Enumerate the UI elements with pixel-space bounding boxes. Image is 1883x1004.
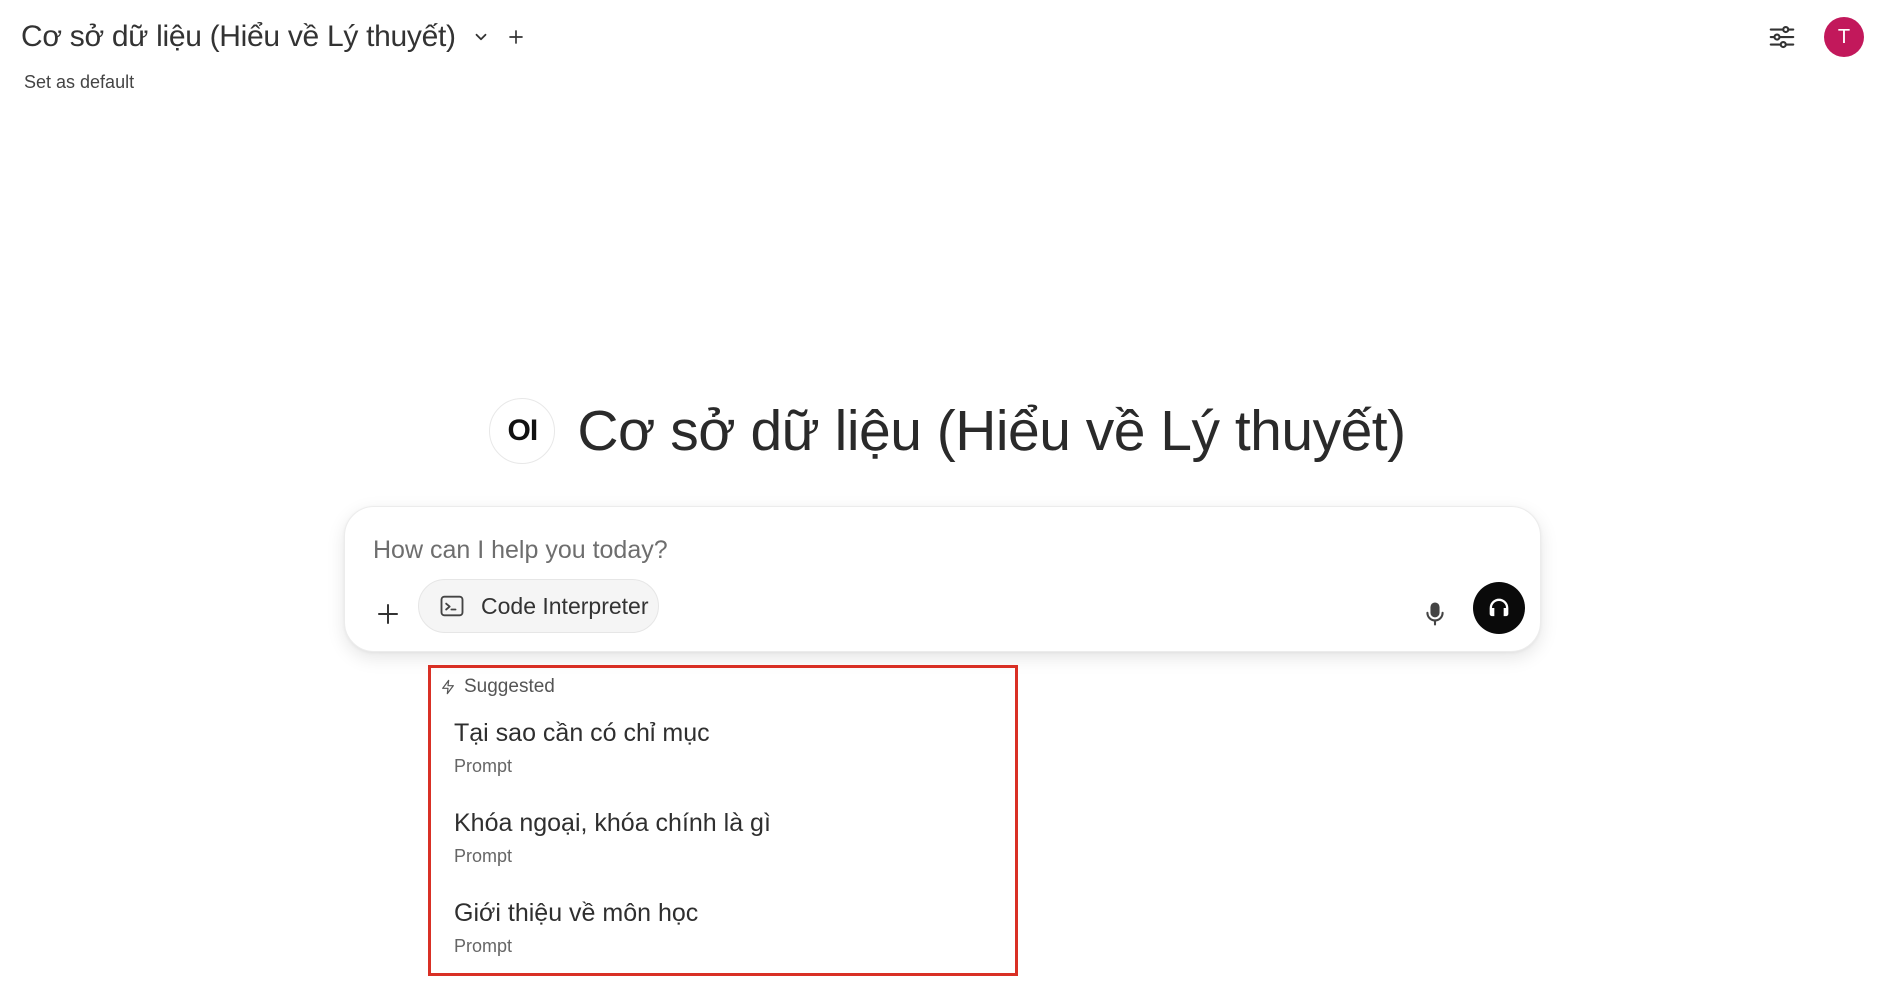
suggestion-title: Tại sao cần có chỉ mục xyxy=(454,719,710,747)
top-right-actions: T xyxy=(1762,17,1864,57)
hero-inner: OI Cơ sở dữ liệu (Hiểu về Lý thuyết) xyxy=(489,398,1406,464)
hero-title: Cơ sở dữ liệu (Hiểu về Lý thuyết) xyxy=(577,399,1406,463)
chat-input[interactable] xyxy=(373,533,1373,567)
suggestions-panel: Suggested Tại sao cần có chỉ mục Prompt … xyxy=(428,665,1018,976)
suggestion-item[interactable]: Khóa ngoại, khóa chính là gì Prompt xyxy=(454,809,994,867)
suggestion-title: Khóa ngoại, khóa chính là gì xyxy=(454,809,771,837)
hero: OI Cơ sở dữ liệu (Hiểu về Lý thuyết) xyxy=(0,398,1883,464)
suggestion-subtitle: Prompt xyxy=(454,936,513,956)
add-model-icon[interactable] xyxy=(502,23,530,51)
headphones-icon xyxy=(1485,594,1513,622)
terminal-icon xyxy=(437,591,467,621)
suggestion-item[interactable]: Tại sao cần có chỉ mục Prompt xyxy=(454,719,994,777)
code-interpreter-label: Code Interpreter xyxy=(481,592,649,619)
suggestion-item[interactable]: Giới thiệu về môn học Prompt xyxy=(454,899,994,957)
chat-input-box: Code Interpreter xyxy=(344,506,1541,652)
bolt-icon xyxy=(439,678,457,696)
voice-mode-button[interactable] xyxy=(1473,582,1525,634)
logo-text: OI xyxy=(507,414,539,447)
code-interpreter-button[interactable]: Code Interpreter xyxy=(418,579,659,633)
model-name[interactable]: Cơ sở dữ liệu (Hiểu về Lý thuyết) xyxy=(21,20,456,54)
suggestion-title: Giới thiệu về môn học xyxy=(454,899,699,927)
model-selector-row: Cơ sở dữ liệu (Hiểu về Lý thuyết) xyxy=(21,18,530,56)
microphone-icon[interactable] xyxy=(1416,595,1454,633)
avatar[interactable]: T xyxy=(1824,17,1864,57)
suggestions-label: Suggested xyxy=(464,676,555,697)
chevron-down-icon[interactable] xyxy=(466,22,496,52)
suggestions-header: Suggested xyxy=(439,676,555,698)
set-as-default-link[interactable]: Set as default xyxy=(24,72,530,93)
suggestion-subtitle: Prompt xyxy=(454,846,513,866)
model-logo: OI xyxy=(489,398,556,464)
plus-icon[interactable] xyxy=(371,597,405,631)
sliders-icon[interactable] xyxy=(1762,17,1802,57)
page: Cơ sở dữ liệu (Hiểu về Lý thuyết) Set as… xyxy=(0,0,1883,1004)
suggestion-subtitle: Prompt xyxy=(454,756,513,776)
model-selector-area: Cơ sở dữ liệu (Hiểu về Lý thuyết) Set as… xyxy=(21,18,530,93)
